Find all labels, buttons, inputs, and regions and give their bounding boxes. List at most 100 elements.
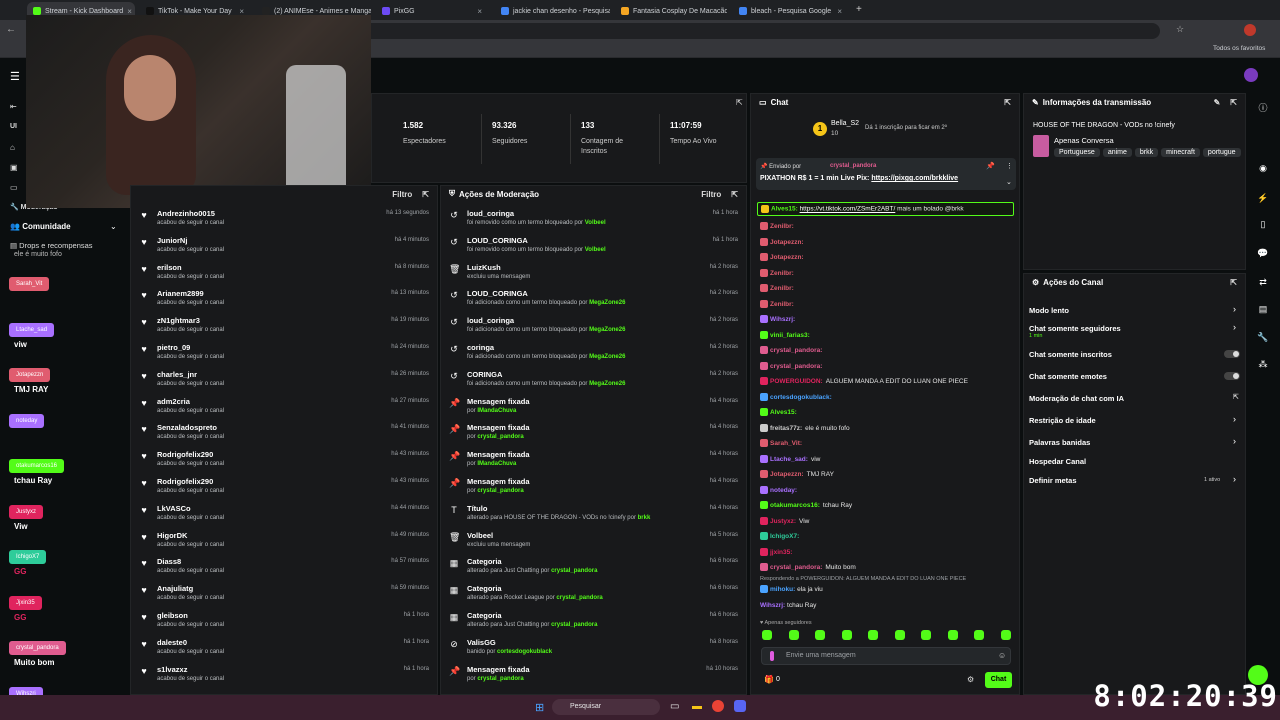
channel-action-label[interactable]: Restrição de idade: [1029, 416, 1096, 425]
moderation-actor[interactable]: cortesdogokublack: [497, 649, 552, 655]
follower-name[interactable]: Rodrigofelix290: [157, 477, 391, 487]
reply-user[interactable]: mihoku:: [770, 586, 795, 593]
bolt-icon[interactable]: ⚡: [1257, 193, 1269, 205]
chevron-right-icon[interactable]: ›: [1233, 474, 1236, 484]
chevron-down-icon[interactable]: ⌄: [110, 222, 117, 231]
top-supporter-name[interactable]: Bella_S2: [831, 120, 859, 127]
moderation-row[interactable]: ⊘ ValisGG banido por cortesdogokublack há 8…: [441, 635, 746, 662]
browser-tab[interactable]: jackie chan desenho - Pesquisa×: [495, 2, 610, 20]
moderation-actor[interactable]: Volbeel: [585, 220, 606, 226]
emote-icon[interactable]: [788, 630, 799, 640]
chat-username[interactable]: vinii_farias3:: [770, 332, 810, 339]
chat-username[interactable]: noteday:: [770, 487, 797, 494]
moderation-actor[interactable]: Volbeel: [585, 247, 606, 253]
moderation-actor[interactable]: MegaZone26: [589, 354, 625, 360]
pinned-user[interactable]: crystal_pandora: [830, 163, 876, 169]
follower-name[interactable]: Anajuliatg: [157, 584, 391, 594]
highlight-link[interactable]: https://vt.tiktok.com/ZSmEr2ABT/: [800, 206, 896, 213]
follower-name[interactable]: adm2cria: [157, 397, 391, 407]
follower-name[interactable]: Andrezinho0015: [157, 209, 386, 219]
popout-icon[interactable]: ⇱: [422, 190, 429, 199]
pin-icon[interactable]: 📌: [986, 162, 995, 170]
moderation-actor[interactable]: crystal_pandora: [477, 434, 523, 440]
chat-username[interactable]: Ltache_sad:: [770, 456, 808, 463]
follower-row[interactable]: ♥ LkVASCo acabou de seguir o canal há 44 mi…: [131, 501, 437, 528]
phone-icon[interactable]: ▯: [1257, 219, 1269, 231]
info-icon[interactable]: ⓘ: [1257, 101, 1269, 113]
moderation-actor[interactable]: MegaZone26: [589, 381, 625, 387]
new-tab-button[interactable]: +: [856, 4, 862, 15]
chat-username[interactable]: crystal_pandora:: [770, 564, 822, 571]
channel-action-label[interactable]: Chat somente seguidores: [1029, 324, 1121, 333]
chat-input[interactable]: Envie uma mensagem ☺: [761, 647, 1011, 665]
toggle-switch[interactable]: [1224, 350, 1240, 358]
chat-username[interactable]: otakumarcos16:: [770, 502, 820, 509]
close-icon[interactable]: ×: [477, 7, 482, 16]
follower-name[interactable]: Rodrigofelix290: [157, 450, 391, 460]
chat-username[interactable]: cortesdogokublack:: [770, 394, 832, 401]
moderation-actor[interactable]: crystal_pandora: [477, 488, 523, 494]
moderation-row[interactable]: ↺ LOUD_CORINGA foi adicionado como um term…: [441, 286, 746, 313]
browser-tab[interactable]: bleach - Pesquisa Google ×: [733, 2, 848, 20]
follower-name[interactable]: charles_jnr: [157, 370, 391, 380]
follower-name[interactable]: zN1ghtmar3: [157, 316, 391, 326]
follower-name[interactable]: JuniorNj: [157, 236, 395, 246]
chat-username[interactable]: Zenilbr:: [770, 223, 794, 230]
group-icon[interactable]: ⁂: [1257, 359, 1269, 371]
moderation-row[interactable]: 📌 Mensagem fixada por crystal_pandora há 4 …: [441, 420, 746, 447]
stream-tag[interactable]: portugue: [1202, 148, 1241, 157]
follower-row[interactable]: ♥ Andrezinho0015 acabou de seguir o canal h…: [131, 206, 437, 233]
follower-name[interactable]: LkVASCo: [157, 504, 391, 514]
emote-icon[interactable]: [974, 630, 984, 640]
popout-icon[interactable]: ⇱: [736, 98, 743, 107]
moderation-row[interactable]: ↺ LOUD_CORINGA foi removido como um termo …: [441, 233, 746, 260]
follower-row[interactable]: ♥ Rodrigofelix290 acabou de seguir o canal…: [131, 474, 437, 501]
last-user[interactable]: Wihszrj:: [760, 602, 785, 609]
more-icon[interactable]: ⋮: [1006, 162, 1013, 170]
stream-tag[interactable]: Portuguese: [1054, 148, 1100, 157]
home-icon[interactable]: ⌂: [10, 143, 18, 152]
follower-name[interactable]: gleibson: [157, 611, 404, 621]
emote-icon[interactable]: [947, 630, 958, 640]
popout-icon[interactable]: ⇱: [1230, 98, 1237, 107]
follower-row[interactable]: ♥ Diass8 acabou de seguir o canal há 57 min…: [131, 554, 437, 581]
emote-icon[interactable]: [868, 630, 878, 640]
chat-username[interactable]: Wihszrj:: [770, 316, 795, 323]
emote-icon[interactable]: [1000, 630, 1011, 640]
moderation-row[interactable]: 📌 Mensagem fixada por IMandaChuva há 4 hora…: [441, 447, 746, 474]
moderation-row[interactable]: 📌 Mensagem fixada por IMandaChuva há 4 hora…: [441, 394, 746, 421]
follower-row[interactable]: ♥ erilson acabou de seguir o canal há 8 min…: [131, 260, 437, 287]
moderation-row[interactable]: ↺ loud_coringa foi adicionado como um term…: [441, 313, 746, 340]
moderation-actor[interactable]: brkk: [638, 515, 651, 521]
chrome-icon[interactable]: [712, 700, 724, 712]
chat-username[interactable]: jjxin35:: [770, 549, 792, 556]
profile-avatar[interactable]: [1244, 24, 1256, 36]
windows-start-icon[interactable]: ⊞: [535, 701, 544, 714]
browser-tab[interactable]: Fantasia Cosplay De Macacão×: [615, 2, 727, 20]
emote-icon[interactable]: [921, 630, 931, 640]
chat-username[interactable]: Jotapezzn:: [770, 254, 804, 261]
pencil-icon[interactable]: ✎: [1214, 98, 1221, 107]
moderation-actor[interactable]: crystal_pandora: [551, 622, 597, 628]
chat-bubble-icon[interactable]: 💬: [1257, 248, 1269, 260]
chat-username[interactable]: IchigoX7:: [770, 533, 799, 540]
moderation-actor[interactable]: crystal_pandora: [556, 595, 602, 601]
popout-icon[interactable]: ⇱: [1004, 98, 1011, 107]
follower-row[interactable]: ♥ Arianem2899 acabou de seguir o canal há 1…: [131, 286, 437, 313]
chat-username[interactable]: Alves15:: [770, 409, 797, 416]
moderation-row[interactable]: 📌 Mensagem fixada por crystal_pandora há 10…: [441, 662, 746, 689]
moderation-actor[interactable]: MegaZone26: [589, 300, 625, 306]
file-explorer-icon[interactable]: ▭: [670, 701, 679, 712]
wrench-icon[interactable]: 🔧: [1257, 332, 1269, 344]
chevron-right-icon[interactable]: ›: [1233, 304, 1236, 314]
nav-community[interactable]: 👥 Comunidade: [10, 222, 71, 231]
channel-action-label[interactable]: Modo lento: [1029, 306, 1069, 315]
chat-username[interactable]: Jotapezzn:: [770, 239, 804, 246]
moderation-row[interactable]: ↺ CORINGA foi adicionado como um termo blo…: [441, 367, 746, 394]
highlight-user[interactable]: Alves15:: [771, 206, 798, 213]
moderation-row[interactable]: 🗑 LuizKush excluiu uma mensagem há 2 horas: [441, 260, 746, 287]
close-icon[interactable]: ×: [837, 7, 842, 16]
chat-username[interactable]: Jotapezzn:: [770, 471, 804, 478]
discord-icon[interactable]: [734, 700, 746, 712]
chat-username[interactable]: crystal_pandora:: [770, 347, 822, 354]
